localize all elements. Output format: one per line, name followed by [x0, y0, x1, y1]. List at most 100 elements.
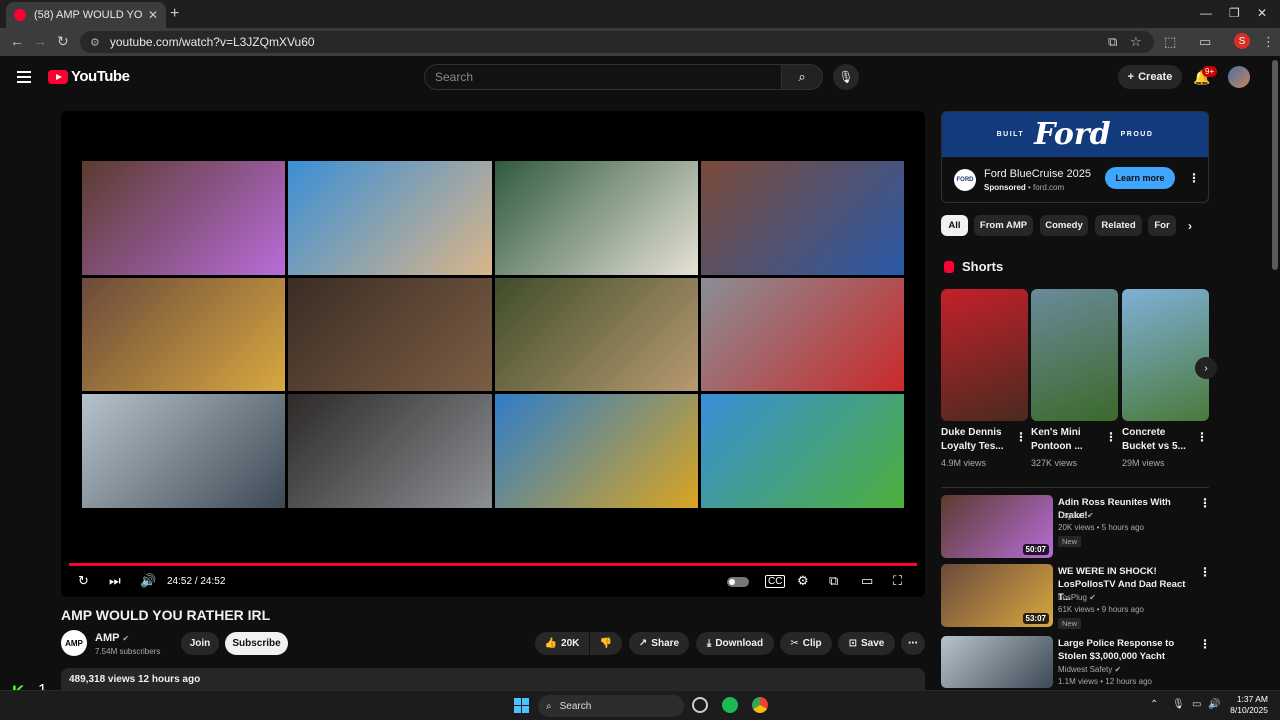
recommended-menu-icon[interactable]: ⋮: [1199, 565, 1211, 579]
chip-comedy[interactable]: Comedy: [1040, 215, 1088, 236]
chip-related[interactable]: Related: [1095, 215, 1142, 236]
short-thumbnail[interactable]: [1031, 289, 1118, 421]
fullscreen-icon[interactable]: ⛶: [893, 573, 902, 589]
verified-icon: ✔: [1112, 665, 1122, 674]
channel-name-text: AMP: [95, 632, 120, 644]
shorts-next-chevron-icon[interactable]: ›: [1195, 357, 1217, 379]
channel-avatar[interactable]: AMP: [61, 630, 87, 656]
close-tab-icon[interactable]: ✕: [148, 8, 158, 22]
chip-for[interactable]: For: [1148, 215, 1176, 236]
clip-label: Clip: [802, 638, 822, 649]
menu-icon[interactable]: [17, 71, 31, 83]
recommended-menu-icon[interactable]: ⋮: [1199, 496, 1211, 510]
description-box[interactable]: 489,318 views 12 hours ago: [61, 668, 925, 690]
voice-search-button[interactable]: 🎙: [833, 64, 859, 90]
recommended-meta: 61K views • 9 hours ago: [1058, 605, 1144, 614]
replay-icon[interactable]: ↻: [78, 573, 89, 589]
site-info-icon[interactable]: ⚙: [90, 36, 100, 49]
youtube-logo[interactable]: YouTube: [48, 68, 130, 85]
join-button[interactable]: Join: [181, 632, 219, 655]
more-actions-button[interactable]: ⋯: [901, 632, 925, 655]
recommended-title[interactable]: Large Police Response to Stolen $3,000,0…: [1058, 637, 1193, 663]
recommended-menu-icon[interactable]: ⋮: [1199, 637, 1211, 651]
verified-icon: ✔: [1086, 593, 1096, 602]
profile-avatar[interactable]: S: [1234, 33, 1250, 49]
chrome-app-icon[interactable]: [752, 697, 768, 713]
sponsored-ad-card[interactable]: BUILT Ford PROUD FORD Ford BlueCruise 20…: [941, 111, 1209, 203]
side-panel-icon[interactable]: ▭: [1199, 34, 1211, 50]
tray-mic-icon[interactable]: 🎙: [1172, 699, 1185, 710]
video-player[interactable]: ↻ ⏭ 🔊 24:52 / 24:52 CC ⚙ ⧉ ▭ ⛶: [61, 111, 925, 597]
settings-gear-icon[interactable]: ⚙: [797, 573, 809, 589]
short-menu-icon[interactable]: ⋮: [1015, 430, 1027, 444]
youtube-favicon-icon: [14, 9, 26, 21]
save-button[interactable]: ⊡ Save: [838, 632, 895, 655]
reload-icon[interactable]: ↻: [57, 33, 69, 50]
miniplayer-icon[interactable]: ⧉: [829, 573, 838, 589]
account-avatar[interactable]: [1228, 66, 1250, 88]
back-icon[interactable]: ←: [10, 33, 24, 49]
ad-banner[interactable]: BUILT Ford PROUD: [942, 112, 1208, 157]
download-button[interactable]: ⤓ Download: [696, 632, 774, 655]
search-button[interactable]: ⌕: [781, 64, 823, 90]
obs-app-icon[interactable]: [692, 697, 708, 713]
short-thumbnail[interactable]: [1122, 289, 1209, 421]
extensions-icon[interactable]: ⬚: [1164, 34, 1176, 50]
minimize-icon[interactable]: —: [1200, 6, 1212, 20]
subscribe-button[interactable]: Subscribe: [225, 632, 288, 655]
tray-volume-icon[interactable]: 🔊: [1208, 699, 1220, 710]
short-title[interactable]: Concrete Bucket vs 5...: [1122, 426, 1197, 454]
learn-more-button[interactable]: Learn more: [1105, 167, 1175, 189]
tray-network-icon[interactable]: ▭: [1192, 699, 1201, 710]
autoplay-toggle[interactable]: [727, 577, 749, 587]
close-window-icon[interactable]: ✕: [1257, 6, 1267, 20]
taskbar-clock[interactable]: 1:37 AM 8/10/2025: [1226, 694, 1268, 716]
ad-title[interactable]: Ford BlueCruise 2025: [984, 168, 1091, 180]
short-title[interactable]: Ken's Mini Pontoon ...: [1031, 426, 1106, 454]
recommended-channel[interactable]: Midwest Safety ✔: [1058, 664, 1121, 676]
share-button[interactable]: ↗ Share: [629, 632, 689, 655]
recommended-channel[interactable]: Legend ✔: [1058, 510, 1094, 522]
bookmark-star-icon[interactable]: ☆: [1130, 34, 1142, 50]
video-frame-thumbnail: [494, 277, 698, 392]
channel-name[interactable]: AMP ✔: [95, 632, 129, 644]
create-button[interactable]: + Create: [1118, 65, 1182, 89]
clip-button[interactable]: ✂ Clip: [780, 632, 832, 655]
youtube-header: YouTube Search ⌕ 🎙 + Create 🔔 9+: [0, 56, 1270, 98]
captions-icon[interactable]: CC: [765, 575, 786, 588]
recommended-channel[interactable]: LosPlug ✔: [1058, 592, 1096, 604]
ad-menu-icon[interactable]: ⋮: [1188, 171, 1200, 185]
chip-from-amp[interactable]: From AMP: [974, 215, 1033, 236]
download-label: Download: [715, 638, 764, 649]
taskbar-search[interactable]: ⌕ Search: [538, 695, 684, 717]
recommended-thumbnail[interactable]: 50:07: [941, 495, 1053, 558]
cast-icon[interactable]: ⧉: [1108, 34, 1117, 50]
chip-all[interactable]: All: [941, 215, 968, 236]
chrome-menu-icon[interactable]: ⋮: [1262, 34, 1275, 50]
video-frame-thumbnail: [700, 394, 904, 508]
volume-icon[interactable]: 🔊: [140, 573, 156, 589]
chips-next-chevron-icon[interactable]: ›: [1188, 219, 1192, 233]
theater-mode-icon[interactable]: ▭: [861, 573, 873, 589]
new-badge: New: [1058, 536, 1082, 547]
forward-icon[interactable]: →: [33, 33, 47, 49]
progress-bar[interactable]: [69, 563, 917, 566]
like-button[interactable]: 👍 20K: [535, 632, 589, 655]
recommended-thumbnail[interactable]: 53:07: [941, 564, 1053, 627]
url-field[interactable]: ⚙ youtube.com/watch?v=L3JZQmXVu60: [80, 31, 1154, 53]
page-scrollbar[interactable]: [1272, 60, 1278, 270]
restore-icon[interactable]: ❐: [1229, 6, 1240, 20]
windows-start-icon[interactable]: [514, 698, 529, 713]
spotify-app-icon[interactable]: [722, 697, 738, 713]
recommended-thumbnail[interactable]: [941, 636, 1053, 688]
dislike-button[interactable]: 👎: [590, 632, 622, 655]
new-tab-icon[interactable]: +: [170, 5, 179, 23]
short-thumbnail[interactable]: [941, 289, 1028, 421]
next-icon[interactable]: ⏭: [109, 573, 121, 589]
short-menu-icon[interactable]: ⋮: [1196, 430, 1208, 444]
short-title[interactable]: Duke Dennis Loyalty Tes...: [941, 426, 1016, 454]
short-menu-icon[interactable]: ⋮: [1105, 430, 1117, 444]
browser-tab[interactable]: (58) AMP WOULD YOU RATHER ✕: [6, 2, 166, 28]
tray-chevron-icon[interactable]: ⌃: [1150, 699, 1158, 710]
search-input[interactable]: Search: [424, 64, 782, 90]
